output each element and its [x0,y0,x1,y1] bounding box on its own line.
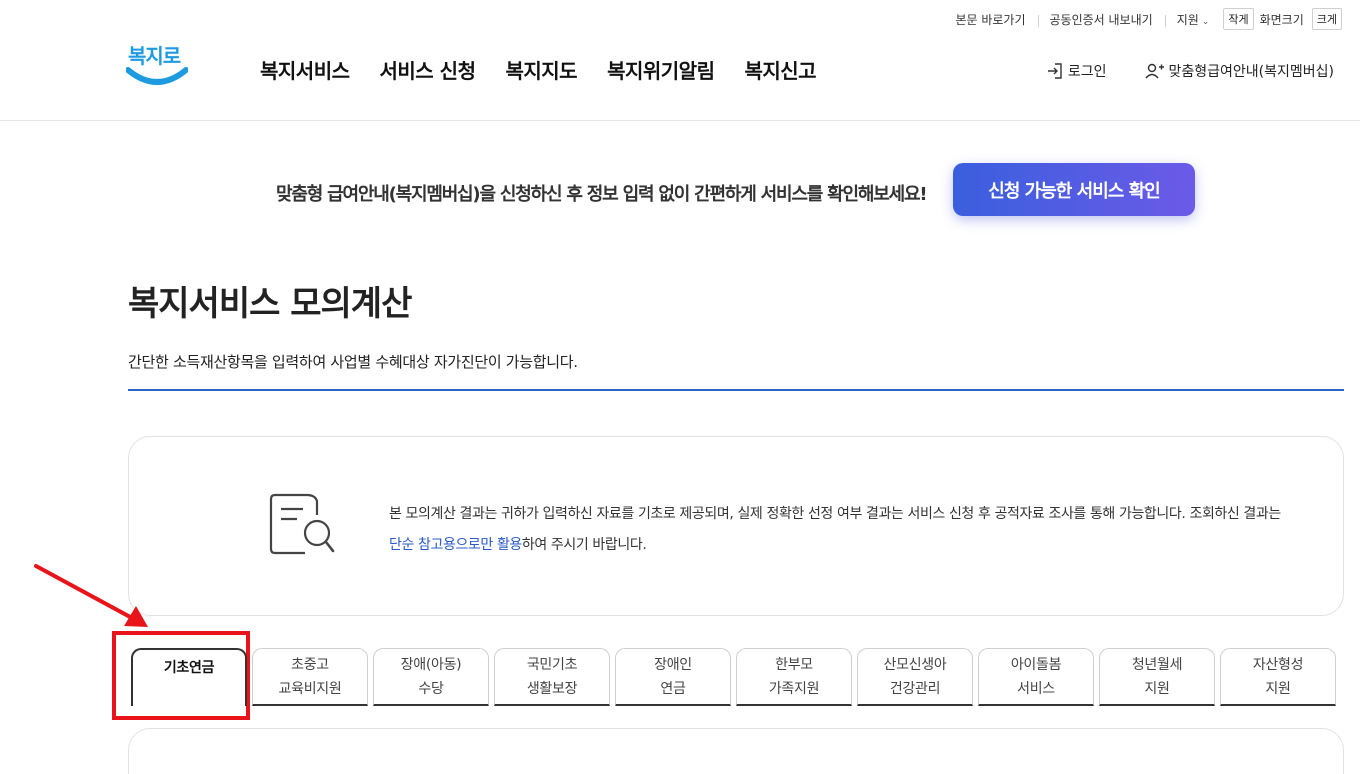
tab-disability-pension[interactable]: 장애인연금 [615,648,731,706]
tab-label: 기초연금 [163,660,215,676]
tab-school-expense[interactable]: 초중고교육비지원 [252,648,368,706]
tab-disability-allowance[interactable]: 장애(아동) 수당 [373,648,489,706]
nav-welfare-map[interactable]: 복지지도 [505,55,577,84]
tab-label-line2: 가족지원 [768,680,820,697]
user-add-icon [1144,63,1164,79]
membership-label: 맞춤형급여안내(복지멤버십) [1168,64,1334,80]
tab-childcare-service[interactable]: 아이돌봄서비스 [978,648,1094,706]
check-available-services-button[interactable]: 신청 가능한 서비스 확인 [953,163,1195,216]
tab-label: 초중고 [291,656,329,673]
header-right: 로그인 맞춤형급여안내(복지멤버십) [1046,61,1334,81]
notice-text-before: 본 모의계산 결과는 귀하가 입력하신 자료를 기초로 제공되며, 실제 정확한… [389,506,1281,522]
title-divider [128,389,1344,391]
tab-label: 한부모 [775,656,813,673]
tab-label: 장애(아동) [400,656,462,673]
calculator-tabs: 기초연금 초중고교육비지원 장애(아동) 수당 국민기초생활보장 장애인연금 한부… [131,648,1336,706]
page-title: 복지서비스 모의계산 [128,284,412,324]
header-divider [0,120,1360,121]
notice-text-after: 하여 주시기 바랍니다. [521,537,647,553]
nav-service-apply[interactable]: 서비스 신청 [380,55,476,84]
tab-youth-rent[interactable]: 청년월세지원 [1099,648,1215,706]
tab-asset-building[interactable]: 자산형성지원 [1220,648,1336,706]
tab-label-line2: 지원 [1144,680,1170,697]
site-logo[interactable]: 복지로 [126,40,188,94]
membership-link[interactable]: 맞춤형급여안내(복지멤버십) [1144,61,1334,81]
login-link[interactable]: 로그인 [1046,61,1107,81]
annotation-arrow-icon [34,564,148,627]
font-small-button[interactable]: 작게 [1223,8,1254,30]
notice-text: 본 모의계산 결과는 귀하가 입력하신 자료를 기초로 제공되며, 실제 정확한… [389,499,1289,561]
chevron-down-icon: ⌄ [1201,16,1210,27]
notice-highlight: 단순 참고용으로만 활용 [389,537,522,553]
tab-label: 청년월세 [1131,656,1183,673]
tab-label-line2: 연금 [660,680,686,697]
utility-bar: 본문 바로가기 공동인증서 내보내기 지원 ⌄ 작게 화면크기 크게 [943,8,1342,30]
tab-label-line2: 교육비지원 [278,680,342,697]
tab-label-line2: 지원 [1265,680,1291,697]
tab-basic-livelihood[interactable]: 국민기초생활보장 [494,648,610,706]
page-description: 간단한 소득재산항목을 입력하여 사업별 수혜대상 자가진단이 가능합니다. [128,353,578,371]
nav-welfare-report[interactable]: 복지신고 [744,55,816,84]
tab-label-line2: 생활보장 [526,680,578,697]
tab-single-parent[interactable]: 한부모가족지원 [736,648,852,706]
tab-basic-pension[interactable]: 기초연금 [131,648,247,706]
tab-maternity-care[interactable]: 산모신생아건강관리 [857,648,973,706]
login-icon [1047,63,1062,79]
document-search-icon [269,493,335,555]
support-label: 지원 [1176,12,1199,27]
support-dropdown[interactable]: 지원 ⌄ [1164,11,1222,28]
notice-box: 본 모의계산 결과는 귀하가 입력하신 자료를 기초로 제공되며, 실제 정확한… [128,436,1344,616]
calculator-form-card [128,728,1344,774]
cert-export-link[interactable]: 공동인증서 내보내기 [1037,11,1165,28]
tab-label-line2: 건강관리 [889,680,941,697]
nav-welfare-service[interactable]: 복지서비스 [260,55,350,84]
nav-welfare-alert[interactable]: 복지위기알림 [607,55,715,84]
membership-banner-text: 맞춤형 급여안내(복지멤버십)을 신청하신 후 정보 입력 없이 간편하게 서비… [276,184,928,205]
font-large-button[interactable]: 크게 [1311,8,1342,30]
tab-label: 자산형성 [1252,656,1304,673]
login-label: 로그인 [1067,64,1107,80]
tab-label: 장애인 [654,656,692,673]
logo-smile-icon [126,67,188,85]
tab-label: 아이돌봄 [1010,656,1062,673]
font-size-label: 화면크기 [1259,12,1304,27]
tab-label-line2: 수당 [418,680,444,697]
tab-label: 산모신생아 [883,656,947,673]
tab-label: 국민기초 [526,656,578,673]
skip-to-content-link[interactable]: 본문 바로가기 [943,11,1037,28]
main-nav: 복지서비스 서비스 신청 복지지도 복지위기알림 복지신고 [260,55,817,84]
tab-label-line2: 서비스 [1017,680,1055,697]
